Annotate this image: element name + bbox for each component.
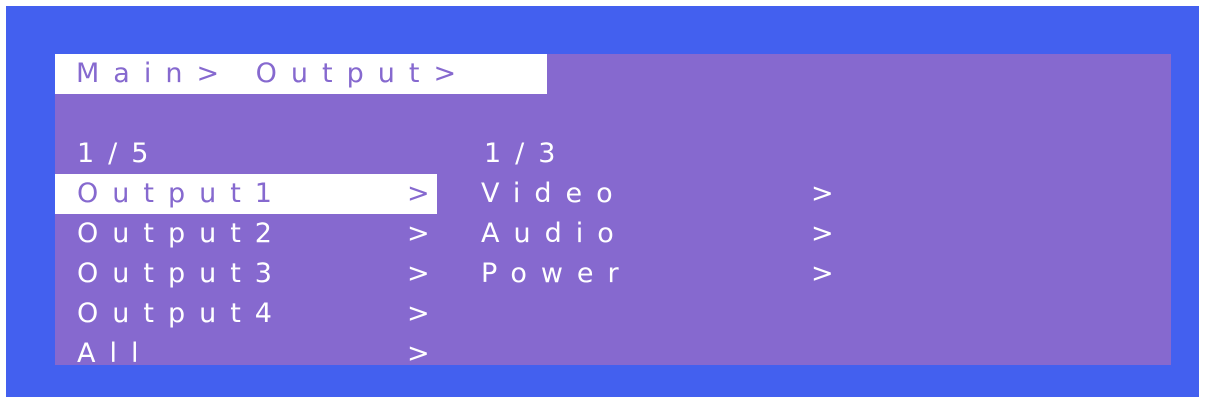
menu-item-label: Output3 [77,258,286,289]
menu-item-label: All [77,338,153,369]
menu-item-label: Output2 [77,218,286,249]
submenu-item-power[interactable]: Power > [481,254,881,294]
submenu-item-label: Video [481,178,627,209]
menu-item-all[interactable]: All > [55,334,437,374]
device-bezel: Main> Output> 1/5 Output1 > Output2 > Ou… [6,6,1199,397]
menu-item-output3[interactable]: Output3 > [55,254,437,294]
lcd-screen: Main> Output> 1/5 Output1 > Output2 > Ou… [55,54,1171,369]
chevron-right-icon: > [407,298,430,329]
menu-item-output1[interactable]: Output1 > [55,174,437,214]
chevron-right-icon: > [407,258,430,289]
chevron-right-icon: > [407,338,430,369]
chevron-right-icon: > [811,218,834,249]
submenu-item-audio[interactable]: Audio > [481,214,881,254]
menu-item-output2[interactable]: Output2 > [55,214,437,254]
menu-item-output4[interactable]: Output4 > [55,294,437,334]
menu-item-label: Output4 [77,298,286,329]
left-page-indicator: 1/5 [77,138,163,169]
chevron-right-icon: > [811,178,834,209]
submenu-item-label: Power [481,258,633,289]
chevron-right-icon: > [407,178,430,209]
chevron-right-icon: > [407,218,430,249]
submenu-item-label: Audio [481,218,628,249]
breadcrumb: Main> Output> [55,54,547,94]
chevron-right-icon: > [811,258,834,289]
submenu-item-video[interactable]: Video > [481,174,881,214]
right-page-indicator: 1/3 [484,138,570,169]
menu-item-label: Output1 [77,178,286,209]
